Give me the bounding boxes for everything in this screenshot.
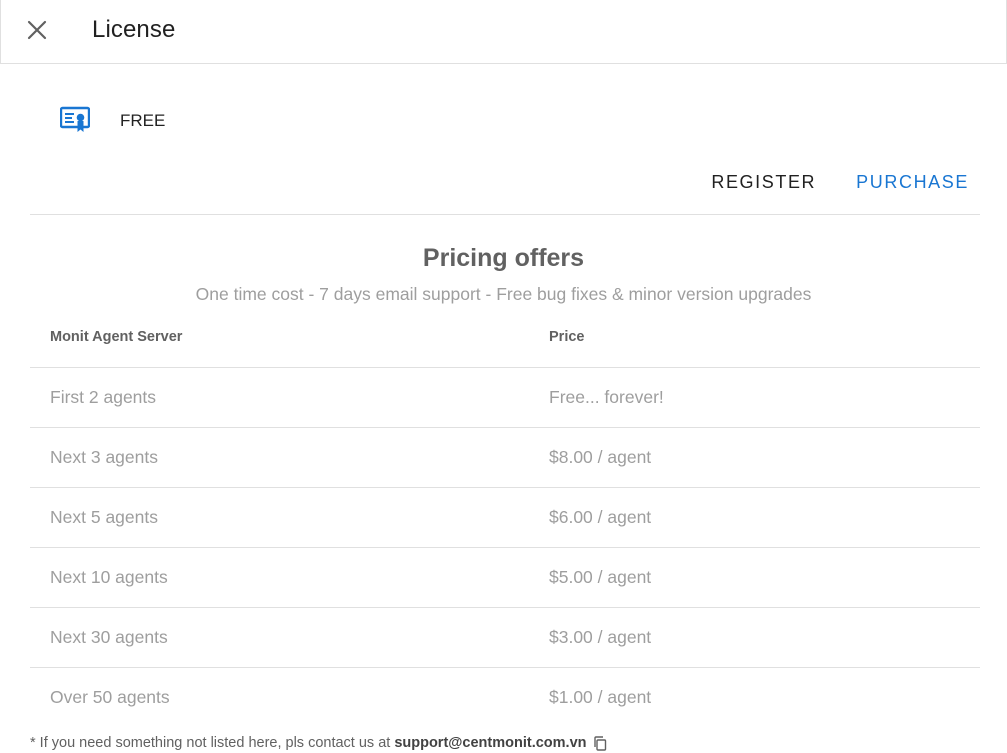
price-cell: $5.00 / agent xyxy=(529,547,980,608)
tier-cell: Next 5 agents xyxy=(30,487,529,548)
tier-cell: Next 3 agents xyxy=(30,427,529,488)
table-row: Next 3 agents $8.00 / agent xyxy=(30,427,980,488)
footer-note: * If you need something not listed here,… xyxy=(30,734,607,752)
certificate-icon xyxy=(60,106,90,132)
tier-cell: First 2 agents xyxy=(30,367,529,428)
license-status: FREE xyxy=(120,111,166,130)
column-header-tier: Monit Agent Server xyxy=(30,307,529,368)
close-button[interactable] xyxy=(21,14,53,46)
table-row: Over 50 agents $1.00 / agent xyxy=(30,667,980,727)
tier-cell: Over 50 agents xyxy=(50,686,170,707)
page-title: License xyxy=(92,16,176,43)
table-header-row: Monit Agent Server Price xyxy=(30,307,980,368)
table-row: Next 10 agents $5.00 / agent xyxy=(30,547,980,608)
tier-cell: Next 10 agents xyxy=(30,547,529,608)
column-header-price: Price xyxy=(529,307,980,368)
tier-cell: Next 30 agents xyxy=(30,607,529,668)
price-cell: $3.00 / agent xyxy=(529,607,980,668)
price-cell: $6.00 / agent xyxy=(529,487,980,548)
price-cell: Free... forever! xyxy=(529,367,980,428)
license-dialog: License FREE REGISTER PURCHASE Pricing o… xyxy=(0,0,1007,753)
purchase-button[interactable]: PURCHASE xyxy=(848,164,977,201)
pricing-subtitle: One time cost - 7 days email support - F… xyxy=(195,284,812,304)
table-row: First 2 agents Free... forever! xyxy=(30,367,980,428)
license-actions: REGISTER PURCHASE xyxy=(703,160,977,204)
close-icon xyxy=(27,20,47,40)
support-email[interactable]: support@centmonit.com.vn xyxy=(394,735,586,751)
register-button[interactable]: REGISTER xyxy=(703,164,824,201)
footer-note-text: * If you need something not listed here,… xyxy=(30,735,391,751)
price-cell: $8.00 / agent xyxy=(529,427,980,488)
toolbar: License xyxy=(0,0,1007,64)
pricing-table: Monit Agent Server Price First 2 agents … xyxy=(30,307,980,727)
license-status-row: FREE xyxy=(60,104,165,136)
table-row: Next 30 agents $3.00 / agent xyxy=(30,607,980,668)
pricing-title: Pricing offers xyxy=(422,244,585,272)
table-row: Next 5 agents $6.00 / agent xyxy=(30,487,980,548)
copy-email-button[interactable] xyxy=(593,735,607,751)
price-cell: $1.00 / agent xyxy=(549,686,652,707)
copy-icon xyxy=(593,735,606,751)
divider xyxy=(30,214,980,215)
